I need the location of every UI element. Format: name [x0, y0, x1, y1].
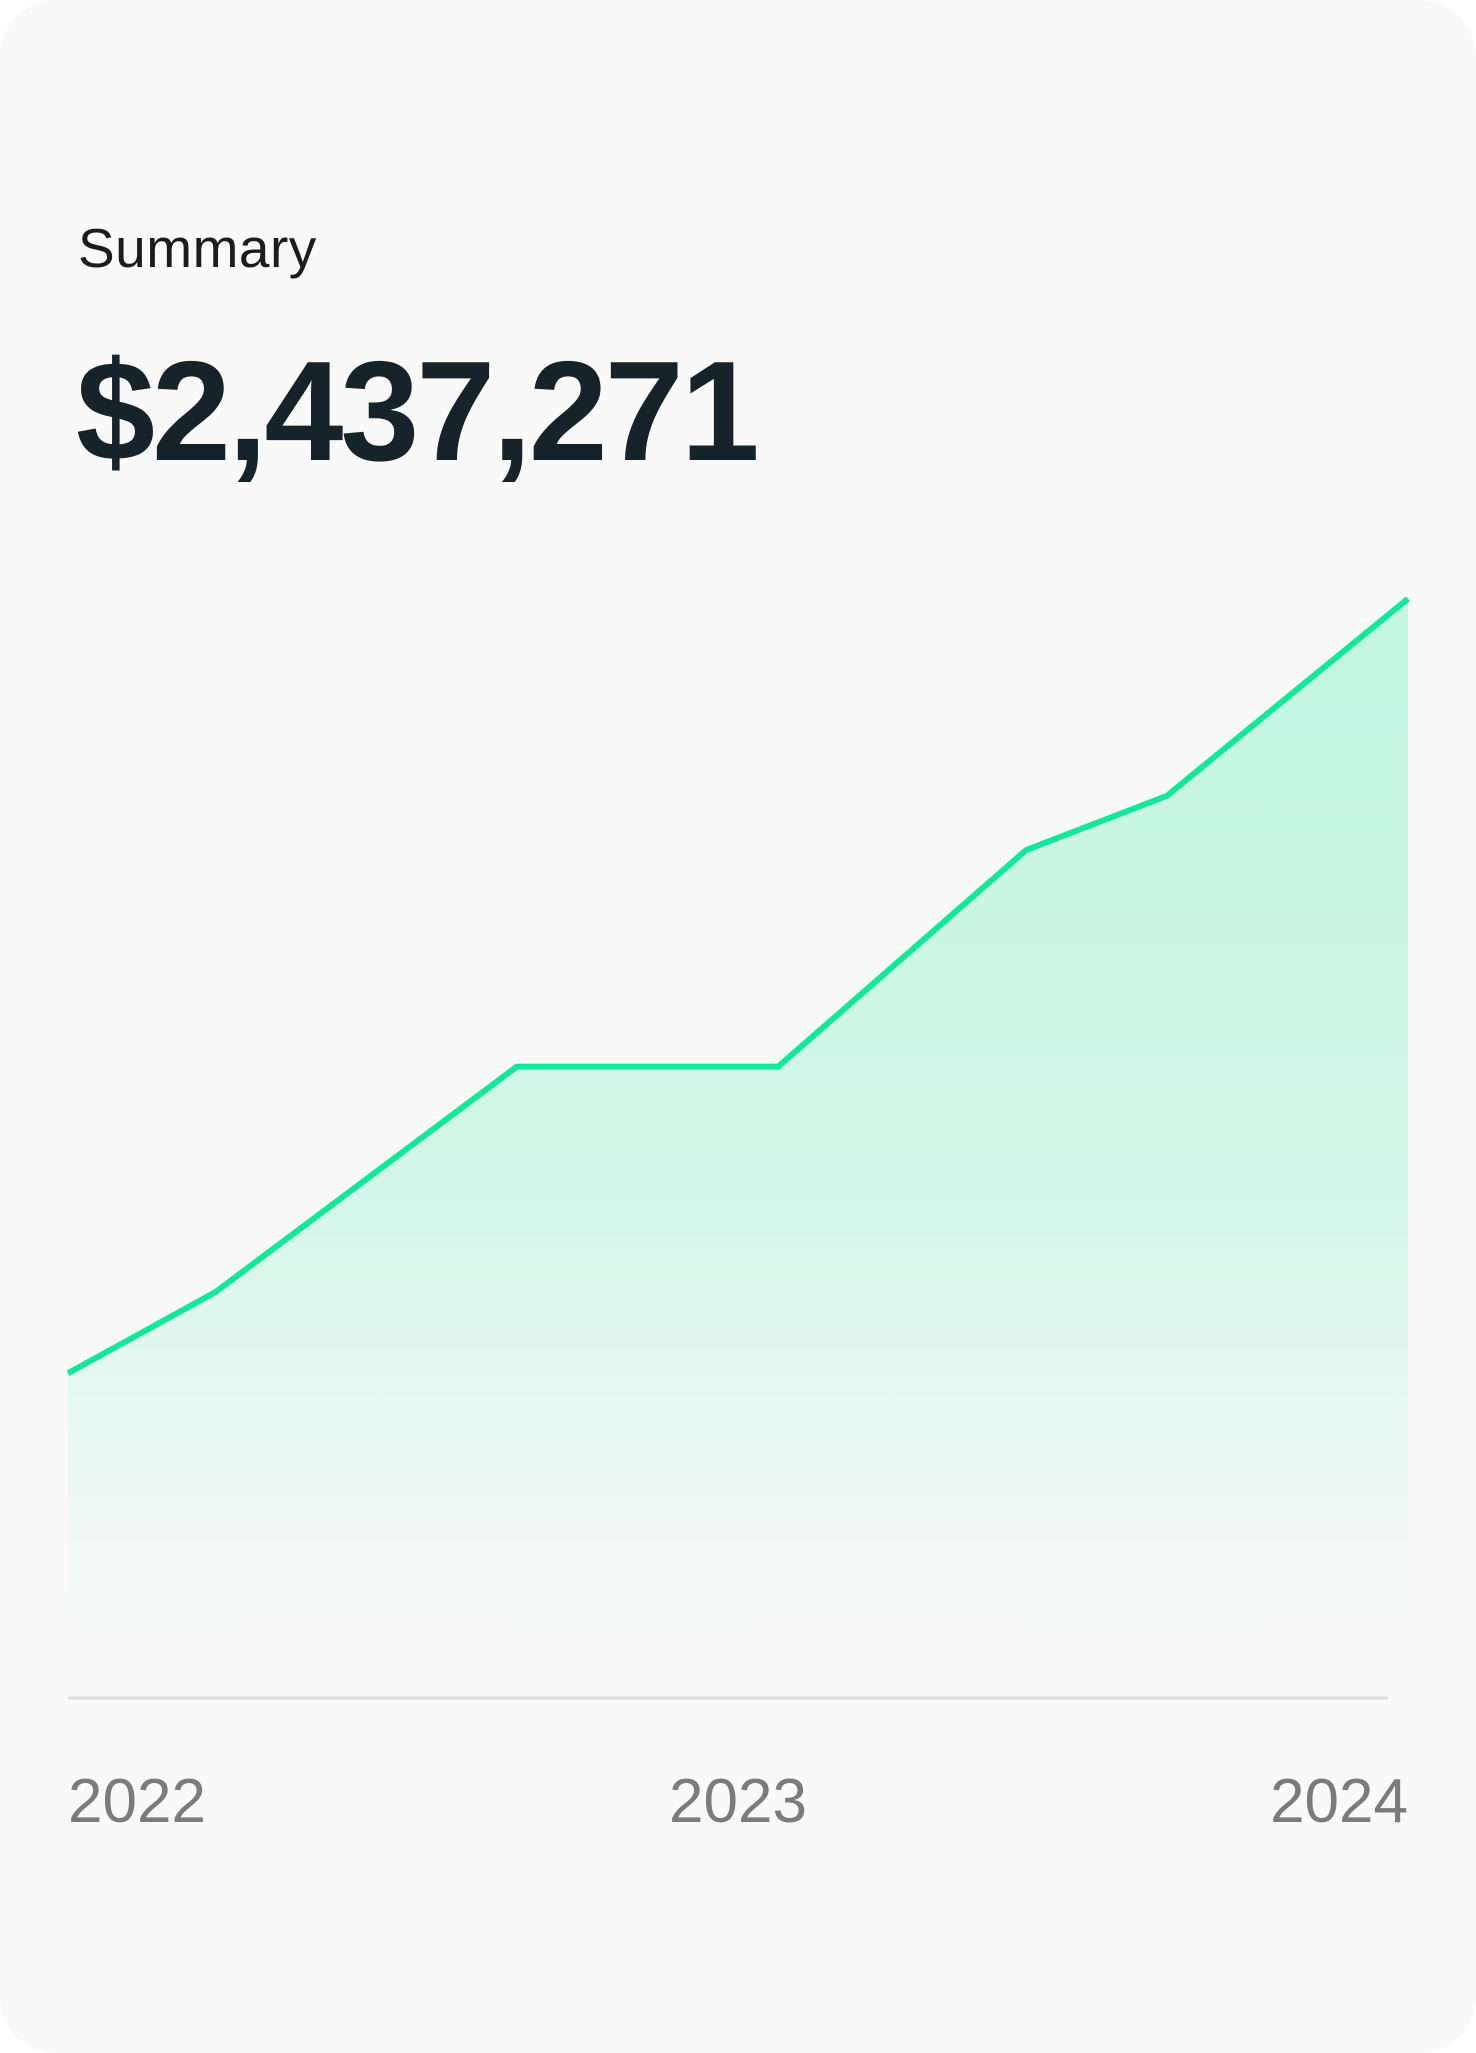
area-fill — [68, 598, 1408, 1641]
x-tick-label: 2022 — [68, 1767, 206, 1836]
summary-card: Summary $2,437,271 2022 2023 2024 — [0, 0, 1476, 2053]
area-chart — [66, 596, 1410, 1700]
x-tick-label: 2024 — [1270, 1767, 1408, 1836]
x-tick-label: 2023 — [669, 1767, 807, 1836]
